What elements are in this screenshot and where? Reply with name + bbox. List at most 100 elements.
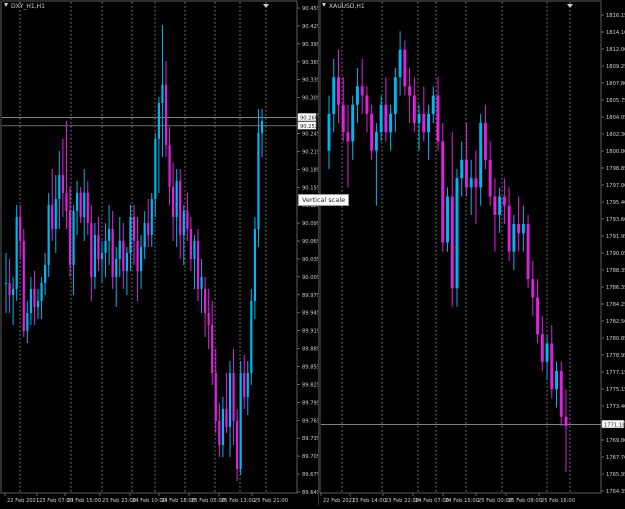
bear-candle	[147, 223, 150, 235]
price-label: 1795.40	[606, 200, 625, 206]
price-label: 1807.80	[606, 81, 625, 87]
bear-candle	[550, 343, 554, 390]
bear-candle	[517, 224, 521, 234]
price-label: 89.705	[302, 454, 318, 460]
dropdown-triangle-icon[interactable]	[4, 3, 8, 7]
bear-candle	[507, 205, 511, 252]
bear-candle	[189, 229, 192, 259]
bull-candle	[15, 217, 18, 289]
chart-window-xau[interactable]: XAUUSD,H1 1816.151814.101812.001809.2518…	[319, 0, 625, 505]
price-label: 1767.70	[606, 455, 625, 461]
bear-candle	[22, 241, 25, 331]
chart-shift-icon[interactable]	[263, 4, 269, 8]
time-label: 23 Feb 23:00	[102, 498, 136, 504]
bear-candle	[90, 223, 93, 277]
bear-candle	[8, 283, 11, 295]
bull-candle	[498, 196, 502, 215]
price-label: 1816.15	[606, 13, 625, 19]
bear-candle	[79, 193, 82, 217]
price-label: 1790.05	[606, 251, 625, 257]
bear-candle	[86, 193, 89, 223]
price-label: 89.735	[302, 436, 318, 442]
bear-candle	[403, 49, 407, 87]
bull-candle	[555, 370, 558, 390]
chart-canvas-xau[interactable]: 1816.15 1814.10 1812.00 1809.25 1807.80 1805.…	[319, 0, 625, 505]
bear-candle	[531, 279, 535, 298]
price-label: 90.185	[302, 167, 318, 173]
bull-candle	[431, 95, 435, 114]
price-label: 1798.85	[606, 166, 625, 172]
bull-candle	[355, 86, 359, 105]
price-label: 1802.30	[606, 132, 625, 138]
time-label: 22 Feb 2021	[7, 498, 39, 504]
price-label: 1782.50	[606, 319, 625, 325]
bull-candle	[150, 199, 153, 235]
bear-candle	[341, 104, 345, 133]
bear-candle	[207, 313, 210, 325]
bull-candle	[427, 113, 431, 133]
bull-candle	[26, 313, 29, 331]
price-label: 90.455	[302, 6, 318, 12]
bear-candle	[474, 178, 478, 188]
bull-candle	[250, 301, 253, 373]
chart-title-xau: XAUUSD,H1	[322, 3, 365, 10]
price-label: 90.335	[302, 78, 318, 84]
bull-candle	[154, 139, 157, 199]
bull-candle	[479, 123, 483, 188]
chart-title-xau-label: XAUUSD,H1	[329, 3, 365, 10]
price-label: 90.215	[302, 149, 318, 155]
bear-candle	[196, 241, 200, 289]
price-label: 1797.00	[606, 183, 625, 189]
bear-candle	[211, 325, 214, 373]
time-label: 25 Feb 05:00	[191, 498, 225, 504]
bull-candle	[239, 373, 242, 469]
price-label: 89.855	[302, 365, 318, 371]
bear-candle	[186, 211, 189, 229]
chart-canvas-dxy[interactable]: 90.455 90.425 90.395 90.365 90.335 90.305 90.2…	[0, 0, 320, 505]
bull-candle	[83, 193, 86, 217]
dropdown-triangle-icon[interactable]	[322, 3, 326, 7]
bear-candle	[136, 241, 139, 271]
bear-candle	[218, 421, 221, 445]
bull-candle	[446, 196, 449, 243]
bull-candle	[29, 289, 32, 313]
time-label: 23 Feb 14:00	[352, 498, 386, 504]
bear-candle	[365, 95, 369, 114]
price-label: 90.065	[302, 239, 318, 245]
bull-candle	[161, 85, 164, 103]
bear-candle	[225, 409, 228, 427]
bear-candle	[464, 159, 468, 188]
price-label: 90.395	[302, 42, 318, 48]
price-label: 89.915	[302, 329, 318, 335]
price-marker-label: 1771.18	[604, 422, 625, 428]
bull-candle	[193, 241, 196, 259]
price-label: 89.885	[302, 347, 318, 353]
bull-candle	[182, 211, 185, 235]
bear-candle	[243, 373, 246, 397]
bull-candle	[374, 132, 378, 151]
bear-candle	[164, 85, 168, 145]
chart-window-dxy[interactable]: DXY_H1,H1 90.455 90.425 90.395 90.365 90.335…	[0, 0, 320, 505]
bear-candle	[488, 159, 492, 197]
bull-candle	[175, 181, 178, 217]
bear-candle	[111, 229, 114, 277]
bull-candle	[455, 178, 459, 289]
bear-candle	[97, 235, 100, 259]
price-label: 1784.25	[606, 302, 625, 308]
price-label: 1764.35	[606, 489, 625, 495]
price-label: 1814.10	[606, 30, 625, 36]
bear-candle	[412, 95, 416, 124]
bull-candle	[389, 113, 393, 133]
chart-shift-icon[interactable]	[567, 4, 573, 8]
price-label: 89.945	[302, 311, 318, 317]
bull-candle	[47, 205, 50, 265]
bear-candle	[337, 77, 340, 105]
bull-candle	[118, 241, 121, 259]
price-label: 90.365	[302, 60, 318, 66]
bear-candle	[360, 86, 364, 96]
bull-candle	[44, 265, 47, 283]
bear-candle	[132, 217, 136, 241]
bull-candle	[221, 409, 224, 445]
bull-candle	[129, 217, 132, 253]
time-label: 22 Feb 2021	[323, 498, 355, 504]
